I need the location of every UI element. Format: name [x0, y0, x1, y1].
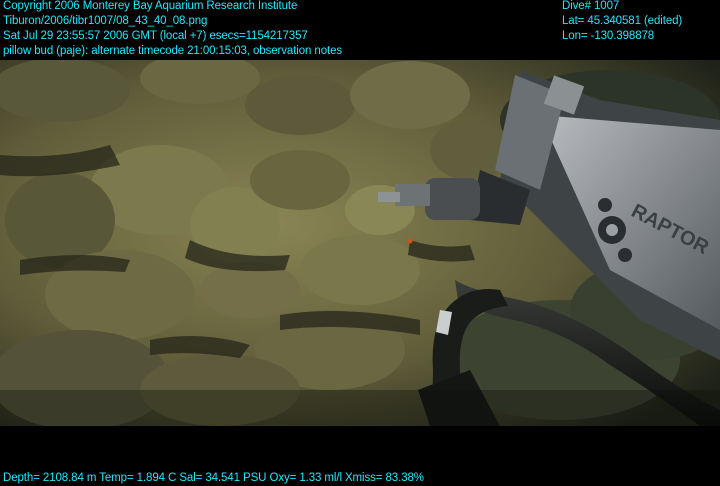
latitude: Lat= 45.340581 (edited) — [562, 15, 683, 27]
copyright-line: Copyright 2006 Monterey Bay Aquarium Res… — [3, 0, 298, 12]
overlay-top-left: Copyright 2006 Monterey Bay Aquarium Res… — [3, 0, 342, 59]
seafloor-illustration: RAPTOR — [0, 60, 720, 426]
underwater-scene-image: RAPTOR — [0, 60, 720, 426]
sensor-readout: Depth= 2108.84 m Temp= 1.894 C Sal= 34.5… — [3, 472, 424, 484]
orange-sample-spot — [407, 238, 413, 244]
overlay-top-right: Dive# 1007 Lat= 45.340581 (edited) Lon= … — [562, 0, 682, 44]
video-frame: RAPTOR Copyright 2006 Monterey Bay Aquar… — [0, 0, 720, 486]
longitude: Lon= -130.398878 — [562, 30, 655, 42]
filename-line: Tiburon/2006/tibr1007/08_43_40_08.png — [3, 15, 208, 27]
timestamp-line: Sat Jul 29 23:55:57 2006 GMT (local +7) … — [3, 30, 308, 42]
dive-number: Dive# 1007 — [562, 0, 620, 12]
notes-line: pillow bud (paje): alternate timecode 21… — [3, 45, 343, 57]
